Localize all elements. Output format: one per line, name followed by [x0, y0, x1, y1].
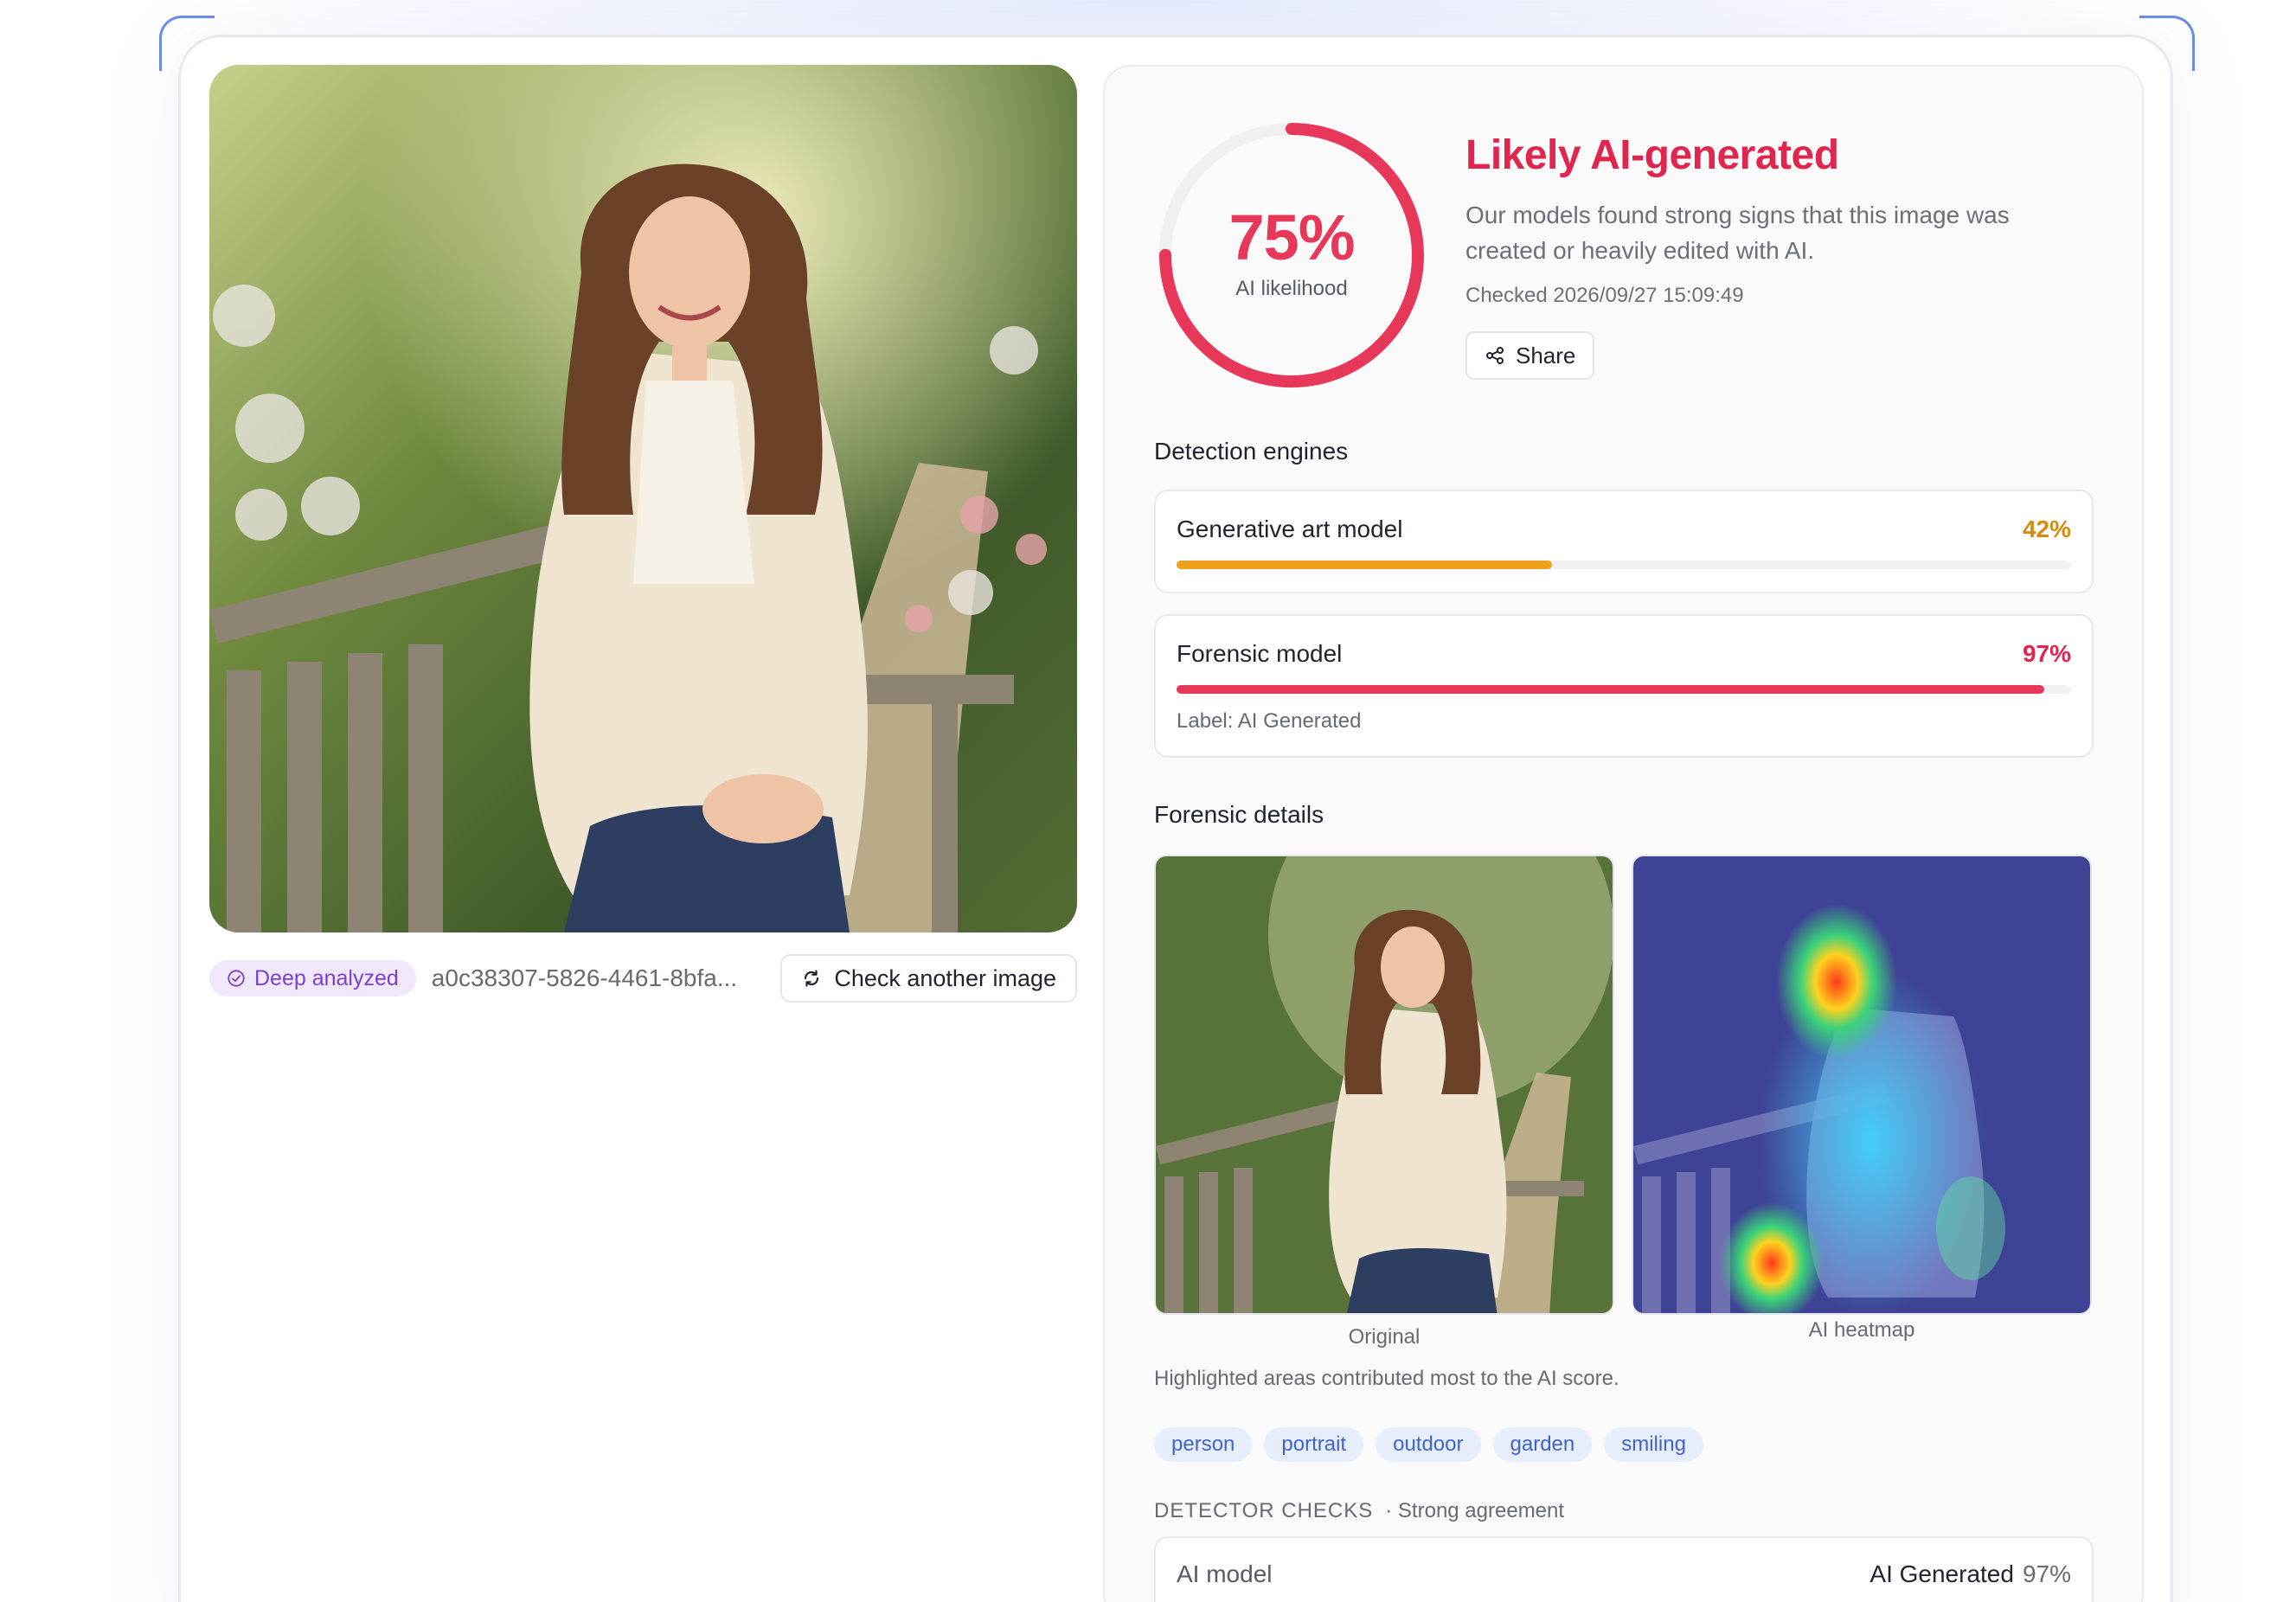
original-caption: Original — [1348, 1325, 1421, 1349]
tag-list: person portrait outdoor garden smiling — [1154, 1427, 1703, 1462]
check-result-label: AI Generated — [1870, 1560, 2014, 1587]
engine-name: Generative art model — [1177, 516, 1403, 542]
heatmap-illustration — [1633, 856, 2090, 1313]
tag-chip[interactable]: portrait — [1264, 1427, 1364, 1462]
heatmap-caption: AI heatmap — [1808, 1318, 1915, 1342]
original-photo-illustration — [1156, 856, 1613, 1313]
detector-checks-title: DETECTOR CHECKS — [1154, 1499, 1374, 1522]
check-name: AI model — [1177, 1560, 1273, 1587]
heatmap-note: Highlighted areas contributed most to th… — [1154, 1367, 1619, 1390]
engine-progress-track — [1177, 685, 2071, 694]
engine-progress-fill — [1177, 685, 2044, 694]
tag-chip[interactable]: person — [1154, 1427, 1253, 1462]
likelihood-caption: AI likelihood — [1235, 277, 1348, 300]
portrait-photo-illustration — [209, 65, 1077, 932]
likelihood-percent: 75% — [1228, 202, 1355, 273]
deep-analyzed-badge: Deep analyzed — [209, 960, 416, 996]
tag-chip[interactable]: smiling — [1604, 1427, 1703, 1462]
detector-checks-subtitle: · Strong agreement — [1385, 1499, 1565, 1522]
share-label: Share — [1516, 342, 1576, 368]
original-thumbnail[interactable] — [1154, 855, 1614, 1315]
engine-percent: 42% — [2022, 516, 2071, 542]
image-id: a0c38307-5826-4461-8bfa... — [431, 964, 738, 991]
tag-chip[interactable]: garden — [1492, 1427, 1593, 1462]
refresh-icon — [805, 970, 819, 987]
image-meta-row: Deep analyzed a0c38307-5826-4461-8bfa...… — [209, 954, 1077, 1003]
tag-chip[interactable]: outdoor — [1376, 1427, 1481, 1462]
detector-check-row: AI model AI Generated 97% — [1154, 1536, 2094, 1602]
engine-percent: 97% — [2022, 640, 2071, 667]
engine-card-generative: Generative art model 42% — [1154, 490, 2094, 593]
page: Deep analyzed a0c38307-5826-4461-8bfa...… — [0, 0, 2296, 1602]
check-result-percent: 97% — [2022, 1560, 2071, 1587]
uploaded-image — [209, 65, 1077, 932]
check-another-image-label: Check another image — [834, 964, 1056, 991]
check-result: AI Generated 97% — [1870, 1560, 2071, 1588]
share-icon — [1486, 347, 1504, 364]
verdict-description: Our models found strong signs that this … — [1465, 202, 2010, 264]
engine-progress-fill — [1177, 561, 1553, 569]
verdict-title: Likely AI-generated — [1465, 132, 1839, 178]
detector-checks-header: DETECTOR CHECKS · Strong agreement — [1154, 1499, 1564, 1523]
engine-card-forensic: Forensic model 97% Label: AI Generated — [1154, 614, 2094, 758]
engine-progress-track — [1177, 561, 2071, 569]
heatmap-thumbnail[interactable] — [1632, 855, 2092, 1315]
checked-timestamp: Checked 2026/09/27 15:09:49 — [1465, 284, 1744, 307]
forensic-details-title: Forensic details — [1154, 801, 1324, 828]
deep-analyzed-label: Deep analyzed — [254, 965, 399, 990]
check-another-image-button[interactable]: Check another image — [780, 954, 1077, 1003]
check-circle-icon — [228, 970, 245, 987]
detection-engines-title: Detection engines — [1154, 438, 1349, 465]
share-button[interactable]: Share — [1465, 331, 1595, 380]
engine-label: Label: AI Generated — [1177, 709, 1362, 733]
engine-name: Forensic model — [1177, 640, 1343, 667]
